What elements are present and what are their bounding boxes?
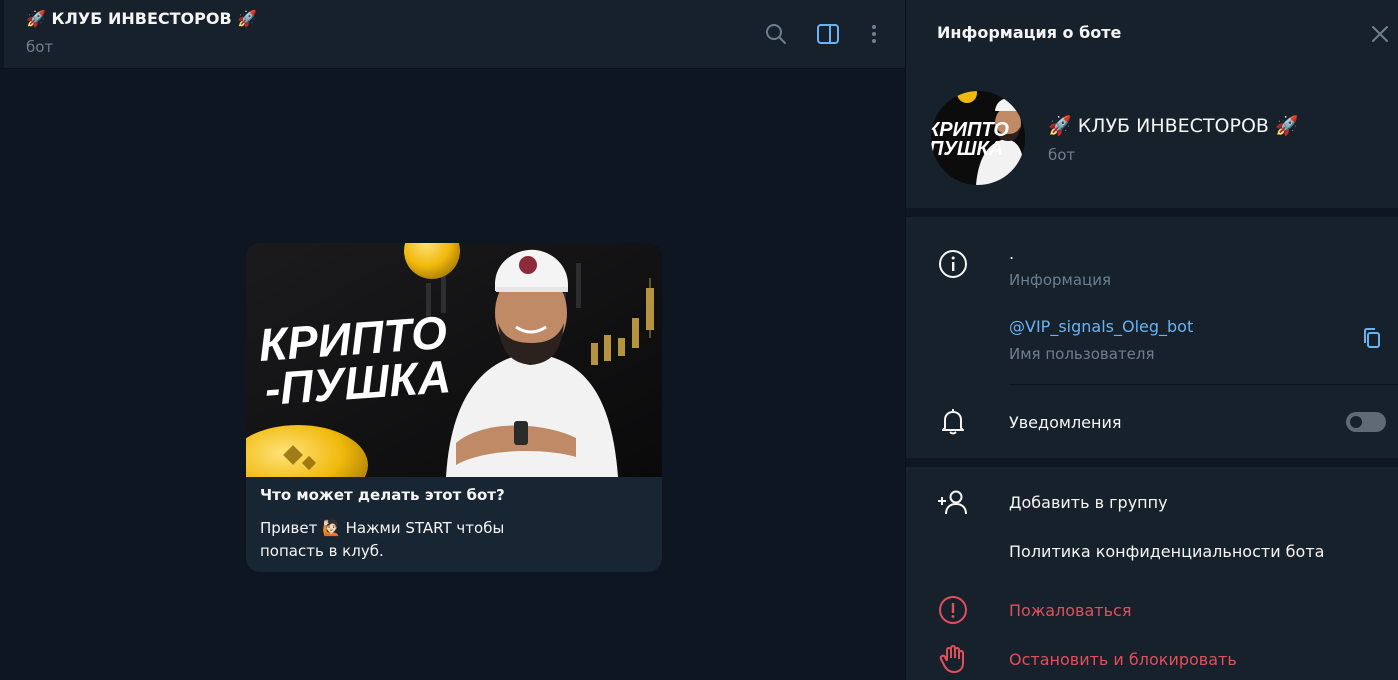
chat-header[interactable]: 🚀 КЛУБ ИНВЕСТОРОВ 🚀 бот <box>0 0 905 69</box>
bot-name: 🚀 КЛУБ ИНВЕСТОРОВ 🚀 <box>1048 115 1299 137</box>
panel-title: Информация о боте <box>937 23 1122 42</box>
sidebar-toggle-button[interactable] <box>814 20 842 48</box>
chat-subtitle: бот <box>26 38 54 56</box>
chat-pane: 🚀 КЛУБ ИНВЕСТОРОВ 🚀 бот КРИПТО -ПУШКА Чт… <box>0 0 905 680</box>
search-icon <box>766 24 786 44</box>
bot-description-line1: Привет 🙋🏻 Нажми START чтобы <box>260 519 505 537</box>
add-to-group-button[interactable]: Добавить в группу <box>1009 493 1168 512</box>
notifications-toggle[interactable] <box>1346 412 1386 432</box>
close-panel-button[interactable] <box>1368 22 1392 46</box>
more-button[interactable] <box>860 20 888 48</box>
bot-description-heading: Что может делать этот бот? <box>260 486 505 504</box>
bot-type-label: бот <box>1048 146 1076 164</box>
copy-icon <box>1364 328 1380 348</box>
username-value[interactable]: @VIP_signals_Oleg_bot <box>1009 317 1193 336</box>
copy-username-button[interactable] <box>1360 326 1384 350</box>
add-user-icon <box>936 485 970 519</box>
stop-and-block-button[interactable]: Остановить и блокировать <box>1009 650 1237 669</box>
bell-icon <box>936 405 970 439</box>
close-icon <box>1372 26 1388 42</box>
notifications-label: Уведомления <box>1009 413 1122 432</box>
report-icon <box>936 593 970 627</box>
bot-description-line2: попасть в клуб. <box>260 542 384 560</box>
info-value[interactable]: . <box>1009 244 1014 263</box>
bot-info-panel: Информация о боте КРИПТО ПУШКА 🚀 КЛУБ ИН… <box>905 0 1398 680</box>
telegram-window: 🚀 КЛУБ ИНВЕСТОРОВ 🚀 бот КРИПТО -ПУШКА Чт… <box>0 0 1398 680</box>
toggle-knob <box>1348 414 1364 430</box>
privacy-policy-button[interactable]: Политика конфиденциальности бота <box>1009 542 1324 561</box>
row-divider <box>1009 384 1398 385</box>
username-label: Имя пользователя <box>1009 345 1155 363</box>
info-icon <box>936 247 970 281</box>
bot-avatar[interactable]: КРИПТО ПУШКА <box>931 91 1025 185</box>
search-button[interactable] <box>762 20 790 48</box>
sidebar-toggle-icon <box>817 24 839 44</box>
stop-hand-icon <box>936 642 970 676</box>
report-button[interactable]: Пожаловаться <box>1009 601 1131 620</box>
avatar-text-line2: ПУШКА <box>931 138 1003 160</box>
bot-description-text: Привет 🙋🏻 Нажми START чтобы попасть в кл… <box>260 517 640 563</box>
bot-description-card: КРИПТО -ПУШКА Что может делать этот бот?… <box>246 243 662 572</box>
bot-promo-image: КРИПТО -ПУШКА <box>246 243 662 477</box>
section-separator <box>906 458 1398 467</box>
section-separator <box>906 208 1398 217</box>
more-vertical-icon <box>872 25 876 43</box>
chat-title[interactable]: 🚀 КЛУБ ИНВЕСТОРОВ 🚀 <box>26 9 257 28</box>
info-label: Информация <box>1009 271 1112 289</box>
